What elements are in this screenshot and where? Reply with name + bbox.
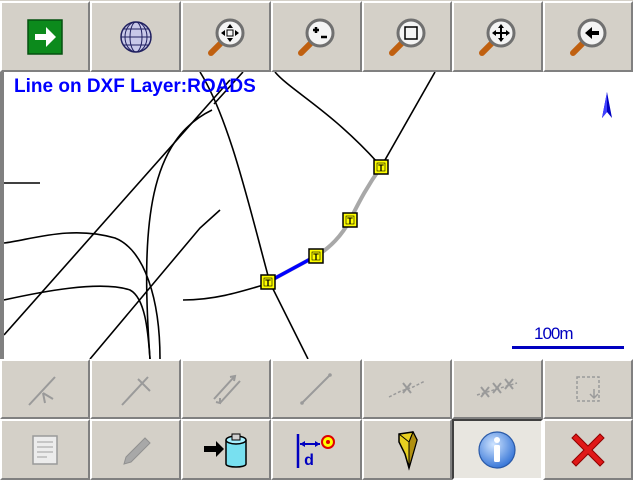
scale-label: 100m [534, 324, 574, 343]
draw-line-button[interactable] [271, 359, 362, 419]
reverse-direction-button[interactable] [180, 359, 272, 419]
pan-button[interactable] [452, 1, 543, 72]
zoom-in-out-icon [298, 18, 335, 56]
offset-button[interactable]: d [271, 419, 362, 480]
vertex-marker[interactable]: T [373, 159, 389, 175]
zoom-in-out-button[interactable] [271, 1, 362, 72]
top-toolbar [0, 0, 633, 72]
go-to-start-button[interactable] [0, 359, 91, 419]
red-x-icon [571, 432, 605, 467]
pan-icon [479, 18, 516, 56]
vertex-label: T [378, 163, 384, 173]
delete-vertex-icon [388, 380, 426, 398]
line-segment-icon [300, 373, 333, 405]
zoom-extents-icon [208, 18, 245, 56]
vertex-marker[interactable]: T [260, 274, 276, 290]
edit-toolbar-row1 [0, 359, 633, 419]
delete-vertices-icon [477, 378, 518, 398]
corner-select-icon [575, 376, 600, 402]
vertex-markers: T T T T [260, 159, 389, 290]
double-arrow-icon [213, 374, 241, 405]
vertex-marker[interactable]: T [342, 212, 358, 228]
vertex-label: T [265, 278, 271, 288]
line-arrow-start-icon [28, 376, 56, 406]
info-icon [478, 430, 516, 469]
database-arrow-icon [204, 433, 247, 468]
exit-button[interactable] [0, 1, 91, 72]
pencil-icon [122, 436, 151, 465]
vertex-label: T [313, 252, 319, 262]
zoom-window-button[interactable] [361, 1, 453, 72]
north-arrow-icon [602, 92, 612, 118]
go-to-end-button[interactable] [90, 359, 181, 419]
line-arrow-end-icon [120, 376, 151, 406]
map-view[interactable]: T T T T Line on DXF Layer:ROADS 100m [0, 72, 633, 359]
map-title: Line on DXF Layer:ROADS [14, 76, 256, 97]
form-icon [32, 434, 58, 465]
stake-icon [398, 430, 418, 471]
attributes-button[interactable] [0, 419, 91, 480]
globe-icon [119, 20, 152, 53]
offset-distance-icon: d [297, 433, 336, 469]
close-button[interactable] [542, 419, 633, 480]
vertex-marker[interactable]: T [308, 248, 324, 264]
scale-bar [512, 346, 624, 349]
store-button[interactable] [180, 419, 272, 480]
edit-toolbar-row2: d [0, 419, 633, 480]
corner-select-button[interactable] [542, 359, 633, 419]
edit-button[interactable] [90, 419, 181, 480]
delete-vertex-button[interactable] [361, 359, 453, 419]
zoom-previous-icon [569, 18, 607, 56]
globe-button[interactable] [90, 1, 181, 72]
zoom-previous-button[interactable] [542, 1, 633, 72]
zoom-extents-button[interactable] [180, 1, 272, 72]
info-button[interactable] [452, 419, 543, 480]
stakeout-button[interactable] [361, 419, 453, 480]
svg-text:d: d [305, 452, 315, 469]
zoom-window-icon [388, 18, 426, 56]
green-arrow-right-icon [27, 18, 63, 55]
vertex-label: T [347, 216, 353, 226]
delete-vertices-button[interactable] [452, 359, 543, 419]
